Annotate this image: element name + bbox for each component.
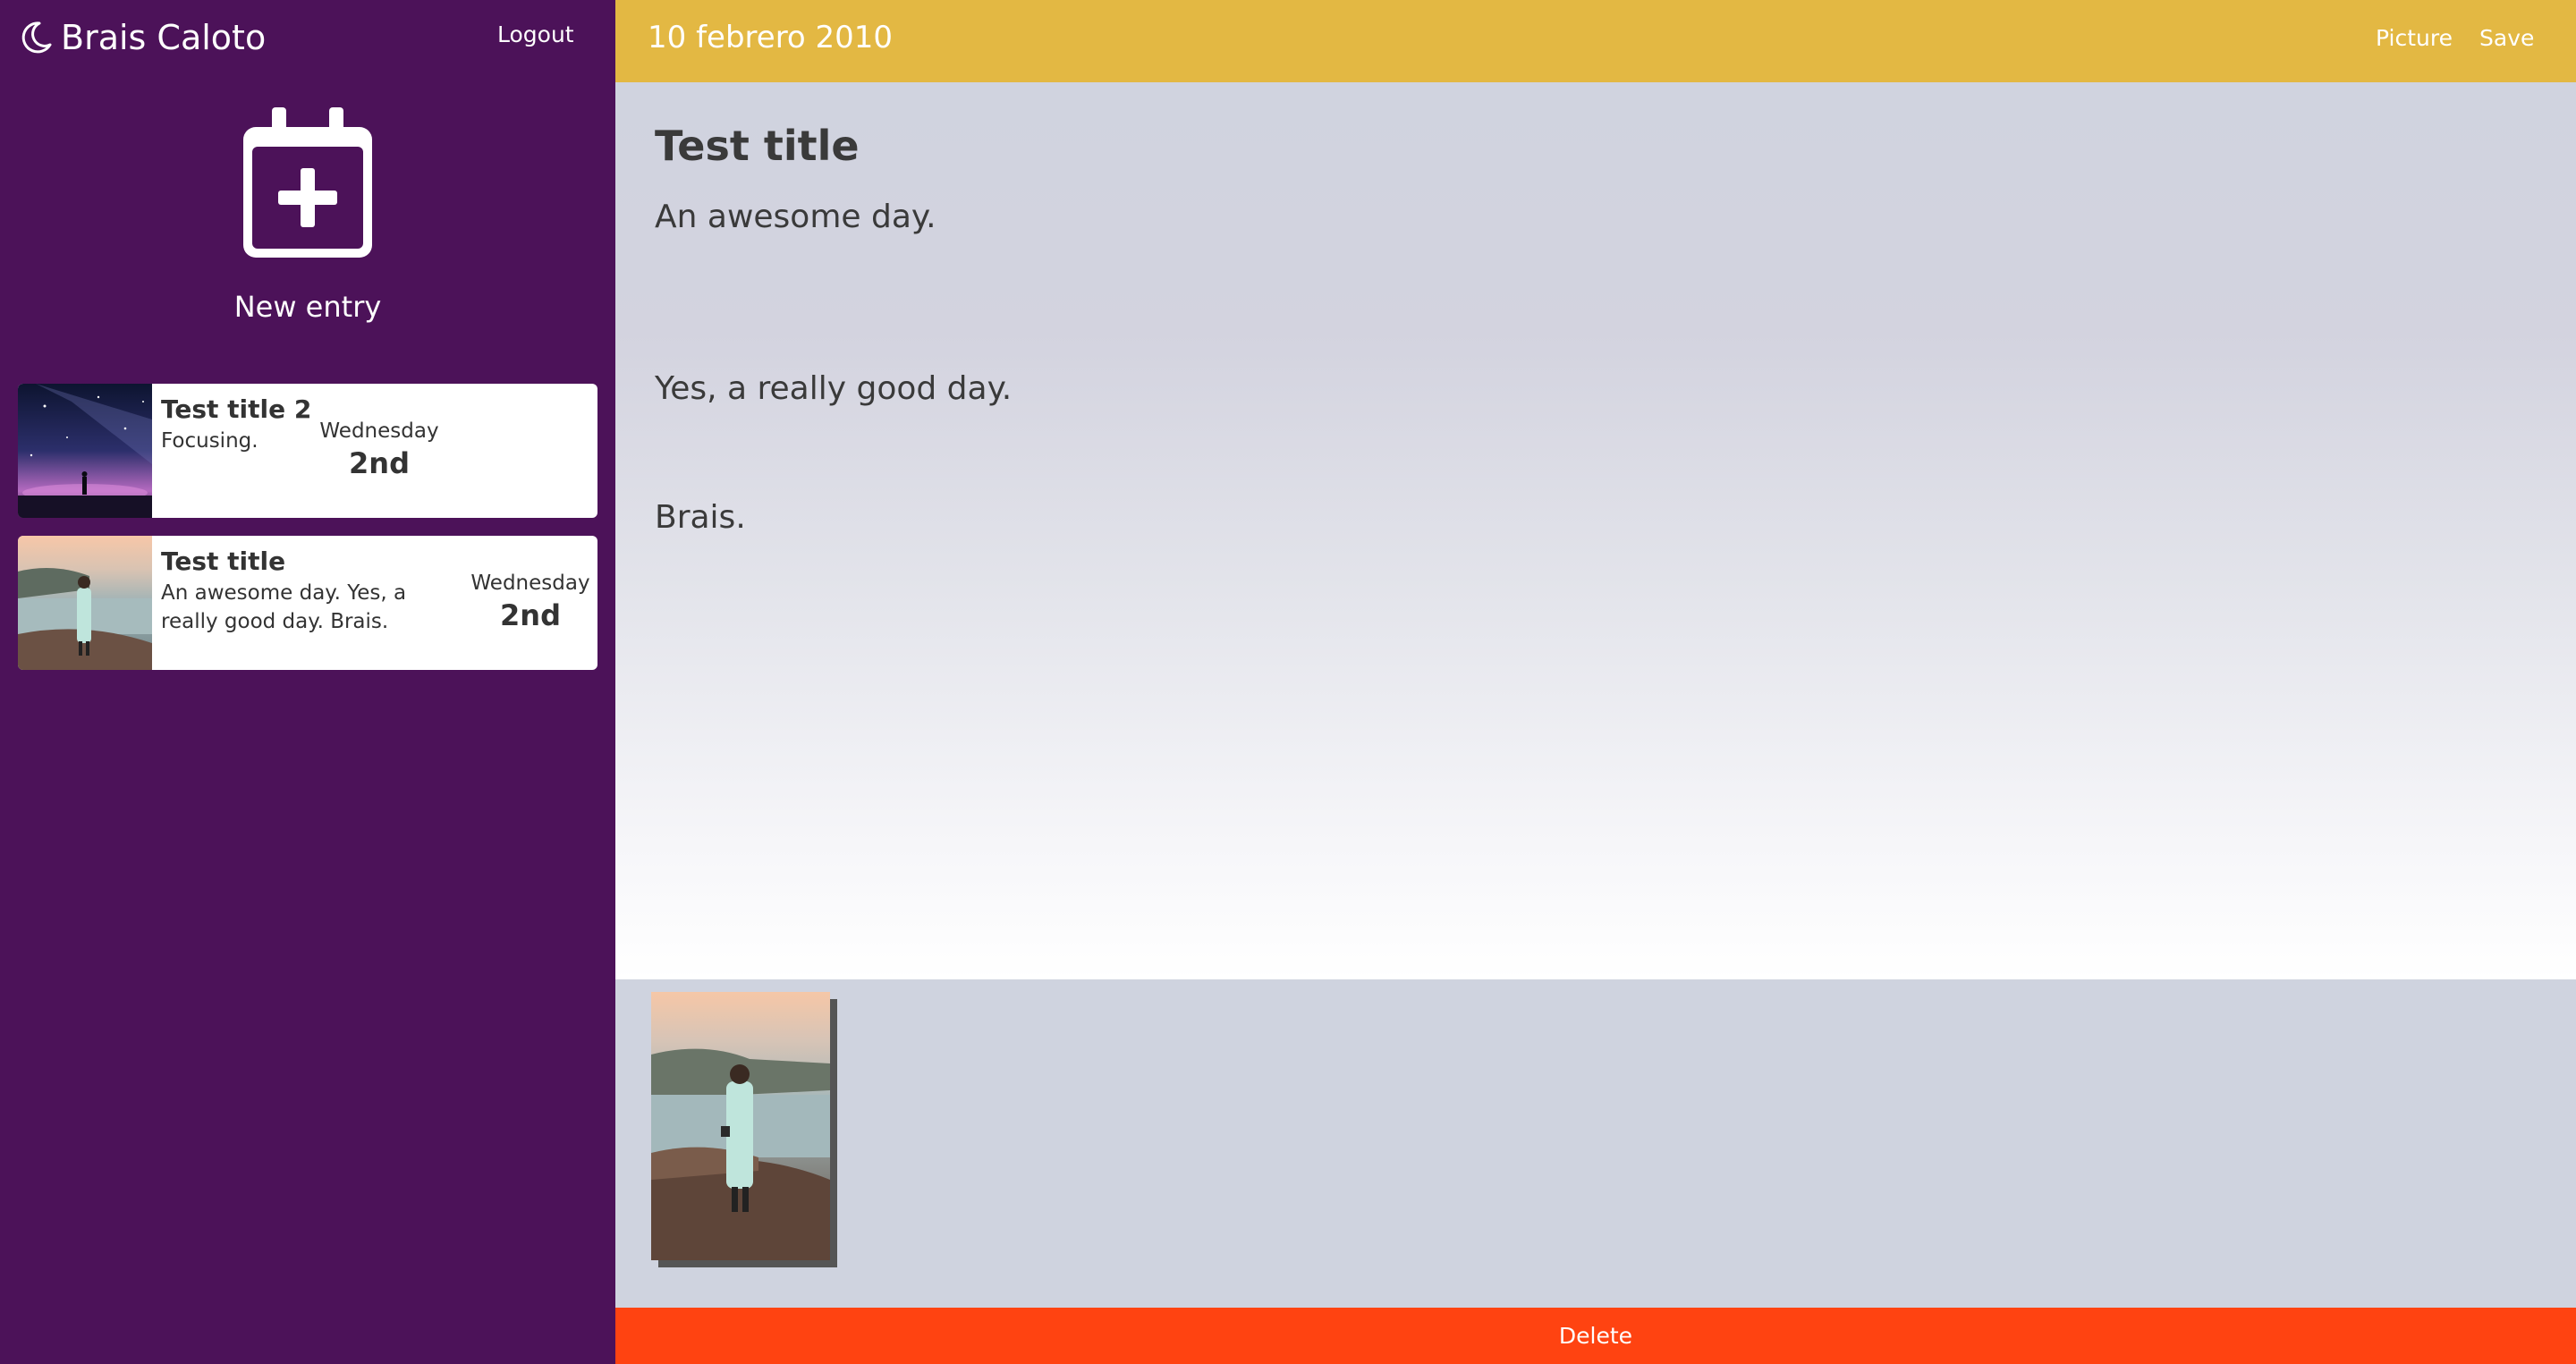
entry-editor[interactable]: Test title An awesome day. Yes, a really…	[615, 82, 2576, 979]
entry-paragraph[interactable]: Brais.	[655, 499, 746, 536]
entry-excerpt: Focusing.	[161, 429, 258, 453]
entry-title: Test title	[161, 546, 286, 576]
calendar-plus-icon	[243, 107, 372, 258]
entry-paragraph[interactable]: An awesome day.	[655, 199, 936, 235]
entry-day: 2nd	[349, 446, 410, 480]
moon-icon	[21, 21, 52, 54]
brand: Brais Caloto	[18, 14, 266, 61]
woman-on-coast-photo	[651, 992, 830, 1260]
woman-on-coast-thumbnail	[18, 536, 152, 670]
entry-card[interactable]: Test title An awesome day. Yes, a really…	[18, 536, 597, 670]
night-sky-thumbnail	[18, 384, 152, 518]
entry-card[interactable]: Test title 2 Focusing. Wednesday 2nd	[18, 384, 597, 518]
sidebar: Brais Caloto Logout New entry Test title…	[0, 0, 615, 1364]
entry-weekday: Wednesday	[470, 572, 590, 595]
entry-title-field[interactable]: Test title	[655, 122, 860, 170]
entry-paragraph[interactable]: Yes, a really good day.	[655, 370, 1012, 407]
logout-button[interactable]: Logout	[497, 21, 574, 47]
new-entry-button[interactable]: New entry	[0, 107, 615, 324]
entry-weekday: Wednesday	[319, 419, 439, 443]
user-name: Brais Caloto	[61, 18, 267, 57]
entry-title: Test title 2	[161, 394, 312, 424]
delete-button[interactable]: Delete	[615, 1308, 2576, 1364]
save-button[interactable]: Save	[2479, 25, 2534, 51]
entry-day: 2nd	[500, 598, 561, 632]
picture-gallery	[615, 979, 2576, 1308]
entry-excerpt: An awesome day. Yes, a really good day. …	[161, 581, 407, 633]
entry-date[interactable]: 10 febrero 2010	[648, 20, 893, 55]
new-entry-label: New entry	[233, 290, 382, 324]
topbar: 10 febrero 2010 Picture Save	[615, 0, 2576, 82]
picture-button[interactable]: Picture	[2376, 25, 2453, 51]
gallery-photo[interactable]	[651, 992, 830, 1260]
